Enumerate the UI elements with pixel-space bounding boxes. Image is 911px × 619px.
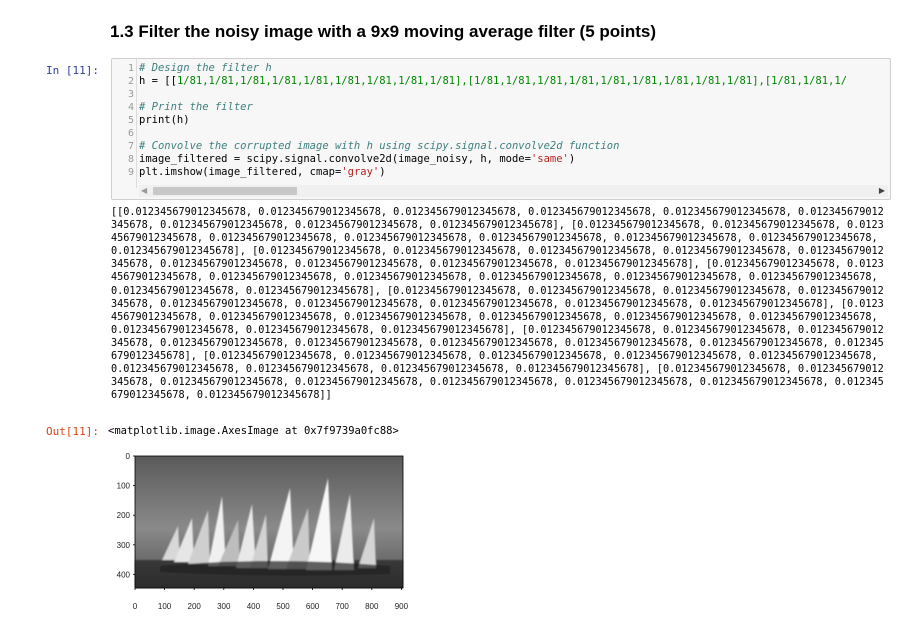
code-token: h = [[: [139, 75, 177, 87]
x-tick-label: 600: [306, 602, 320, 611]
line-number: 3: [127, 89, 134, 100]
code-editor[interactable]: 1 2 3 4 5 6 7 8 9 # Design the filter h …: [111, 58, 891, 200]
y-tick-label: 300: [117, 541, 131, 550]
image-plot: 0 100 200 300 400 0 100 200 300 400 500 …: [117, 452, 409, 611]
horizontal-scrollbar[interactable]: ◀ ▶: [139, 185, 888, 197]
code-string: 'gray': [341, 166, 380, 178]
gutter-divider: [136, 59, 137, 188]
y-tick-label: 200: [117, 511, 131, 520]
line-number: 4: [127, 102, 134, 113]
code-text[interactable]: # Design the filter h h = [[1/81,1/81,1/…: [139, 62, 890, 179]
scroll-right-icon[interactable]: ▶: [879, 185, 885, 197]
code-comment: # Print the filter: [139, 101, 253, 113]
code-string: 'same': [530, 153, 569, 165]
y-axis: 0 100 200 300 400: [117, 452, 135, 579]
code-token: ): [379, 166, 386, 178]
stdout-output: [[0.012345679012345678, 0.01234567901234…: [111, 207, 884, 402]
input-prompt: In [11]:: [46, 64, 99, 77]
line-number-gutter: 1 2 3 4 5 6 7 8 9: [112, 62, 134, 179]
x-tick-label: 300: [217, 602, 231, 611]
code-comment: # Design the filter h: [139, 62, 272, 74]
code-line-4: # Print the filter: [139, 101, 890, 114]
code-token: print(h): [139, 114, 190, 126]
code-line-5: print(h): [139, 114, 890, 127]
x-tick-label: 200: [188, 602, 202, 611]
x-tick-label: 400: [247, 602, 261, 611]
scroll-left-icon[interactable]: ◀: [141, 185, 147, 197]
line-number: 2: [127, 76, 134, 87]
code-token: ): [568, 153, 576, 165]
code-line-7: # Convolve the corrupted image with h us…: [139, 140, 890, 153]
line-number: 8: [127, 154, 134, 165]
code-comment: # Convolve the corrupted image with h us…: [139, 140, 620, 152]
y-tick-label: 0: [126, 452, 131, 461]
output-prompt: Out[11]:: [46, 425, 99, 438]
code-token: image_filtered = scipy.signal.convolve2d…: [139, 153, 531, 165]
x-tick-label: 500: [276, 602, 290, 611]
line-number: 9: [127, 167, 134, 178]
y-tick-label: 100: [117, 482, 131, 491]
x-tick-label: 700: [336, 602, 350, 611]
code-line-1: # Design the filter h: [139, 62, 890, 75]
x-axis: 0 100 200 300 400 500 600 700 800 900: [133, 588, 409, 611]
code-line-8: image_filtered = scipy.signal.convolve2d…: [139, 153, 890, 166]
line-number: 5: [127, 115, 134, 126]
code-line-2: h = [[1/81,1/81,1/81,1/81,1/81,1/81,1/81…: [139, 75, 890, 88]
code-token: 1/81,1/81,1/81,1/81,1/81,1/81,1/81,1/81,…: [176, 75, 848, 87]
x-tick-label: 900: [395, 602, 409, 611]
line-number: 6: [127, 128, 134, 139]
code-token: plt.imshow(image_filtered, cmap=: [139, 166, 342, 178]
filtered-image: [135, 456, 403, 588]
output-repr: <matplotlib.image.AxesImage at 0x7f9739a…: [108, 425, 399, 437]
section-heading: 1.3 Filter the noisy image with a 9x9 mo…: [110, 22, 657, 41]
y-tick-label: 400: [117, 570, 131, 579]
x-tick-label: 0: [133, 602, 138, 611]
x-tick-label: 800: [365, 602, 379, 611]
line-number: 1: [127, 63, 134, 74]
scrollbar-thumb[interactable]: [153, 187, 297, 195]
x-tick-label: 100: [158, 602, 172, 611]
code-line-9: plt.imshow(image_filtered, cmap='gray'): [139, 166, 890, 179]
line-number: 7: [127, 141, 134, 152]
